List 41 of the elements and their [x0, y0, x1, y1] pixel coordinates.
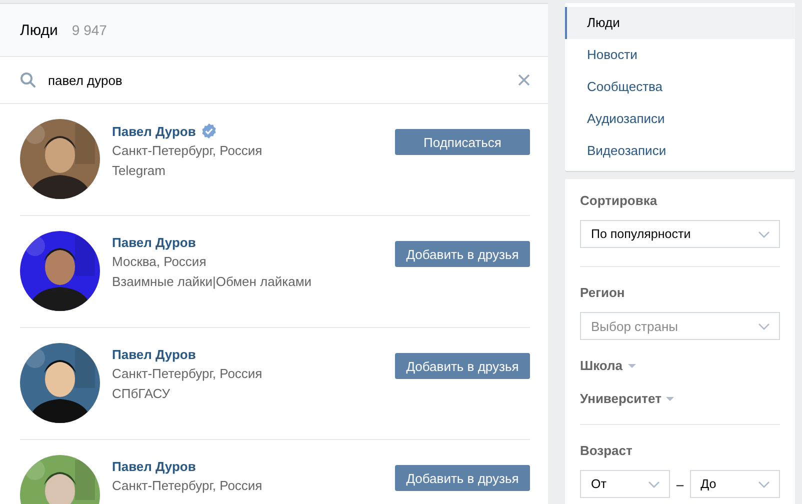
- search-field[interactable]: павел дуров: [48, 72, 506, 88]
- person-name-link[interactable]: Павел Дуров: [112, 459, 196, 474]
- person-name-link[interactable]: Павел Дуров: [112, 347, 196, 362]
- search-icon: [20, 72, 36, 88]
- caret-icon: [628, 364, 636, 368]
- action-button[interactable]: Добавить в друзья: [395, 241, 530, 267]
- range-separator: –: [676, 476, 684, 492]
- country-select[interactable]: Выбор страны: [580, 312, 780, 340]
- nav-item[interactable]: Сообщества: [565, 71, 795, 103]
- location-text: Москва, Россия: [112, 254, 208, 270]
- caret-icon: [666, 396, 674, 400]
- action-button[interactable]: Добавить в друзья: [395, 465, 530, 491]
- page-title: Люди: [20, 22, 58, 38]
- clear-icon[interactable]: [518, 74, 530, 86]
- nav-item[interactable]: Аудиозаписи: [565, 103, 795, 135]
- location-text: Санкт-Петербург, Россия: [112, 478, 264, 494]
- age-to-select[interactable]: До: [690, 470, 780, 498]
- nav-item[interactable]: Видеозаписи: [565, 135, 795, 167]
- filter-label: Сортировка: [580, 193, 658, 208]
- chevron-icon: [758, 323, 770, 330]
- chevron-icon: [758, 480, 770, 488]
- chevron-icon: [648, 480, 660, 488]
- info-text: Telegram: [112, 163, 166, 179]
- action-button[interactable]: Добавить в друзья: [395, 353, 530, 379]
- location-text: Санкт-Петербург, Россия: [112, 366, 264, 382]
- action-button[interactable]: Подписаться: [395, 129, 530, 155]
- nav-item[interactable]: Люди: [565, 7, 795, 39]
- info-text: Взаимные лайки|Обмен лайками: [112, 274, 313, 290]
- person-name-link[interactable]: Павел Дуров: [112, 124, 196, 138]
- nav-item[interactable]: Новости: [565, 39, 795, 71]
- filter-label: Возраст: [580, 443, 634, 458]
- result-count: 9 947: [72, 22, 107, 38]
- school-filter-toggle[interactable]: Школа: [580, 358, 623, 373]
- info-text: СПбГАСУ: [112, 386, 171, 402]
- filter-label: Регион: [580, 285, 626, 300]
- chevron-icon: [758, 230, 770, 238]
- person-name-link[interactable]: Павел Дуров: [112, 235, 196, 250]
- age-from-select[interactable]: От: [580, 470, 670, 498]
- sort-select[interactable]: По популярности: [580, 220, 780, 248]
- university-filter-toggle[interactable]: Университет: [580, 391, 662, 406]
- location-text: Санкт-Петербург, Россия: [112, 143, 264, 159]
